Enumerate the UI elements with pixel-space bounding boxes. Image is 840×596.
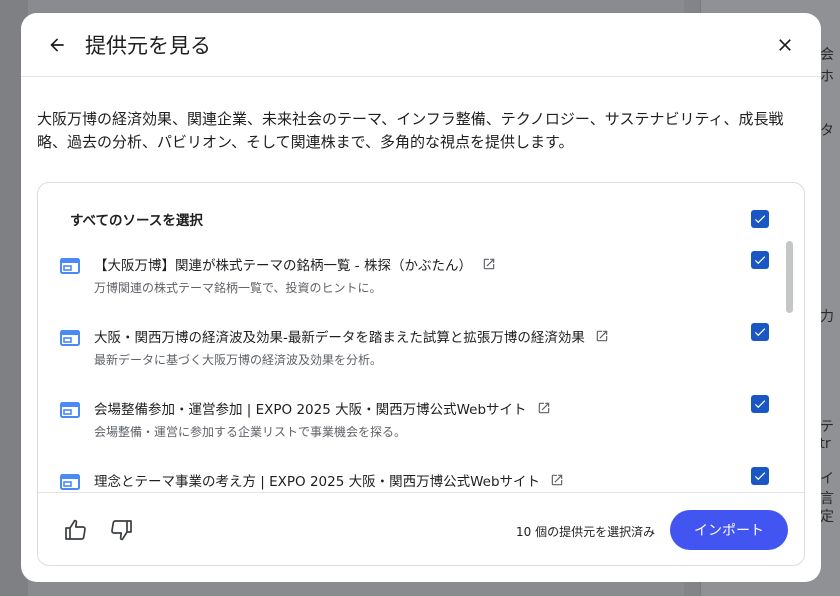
source-title-text: 大阪・関西万博の経済波及効果-最新データを踏まえた試算と拡張万博の経済効果 — [94, 330, 585, 346]
source-checkbox[interactable] — [751, 395, 769, 413]
select-all-row[interactable]: すべてのソースを選択 — [38, 183, 804, 243]
dialog-title: 提供元を見る — [85, 33, 211, 58]
back-button[interactable] — [45, 33, 69, 57]
view-sources-dialog: 提供元を見る 大阪万博の経済効果、関連企業、未来社会のテーマ、インフラ整備、テク… — [21, 13, 821, 582]
select-all-checkbox[interactable] — [751, 210, 769, 228]
check-icon — [754, 472, 766, 481]
close-button[interactable] — [769, 29, 801, 61]
dialog-header: 提供元を見る — [21, 13, 821, 77]
web-page-icon — [60, 402, 80, 418]
sources-panel: すべてのソースを選択 【大阪万博】関連が株式テーマの銘柄一覧 - 株探（かぶたん… — [37, 182, 805, 566]
source-checkbox[interactable] — [751, 467, 769, 485]
scrollbar[interactable] — [786, 241, 793, 313]
selected-count: 10 個の提供元を選択済み — [516, 525, 656, 539]
source-title-text: 理念とテーマ事業の考え方 | EXPO 2025 大阪・関西万博公式Webサイト — [94, 474, 541, 490]
sources-summary: 大阪万博の経済効果、関連企業、未来社会のテーマ、インフラ整備、テクノロジー、サス… — [37, 110, 784, 151]
arrow-back-icon — [50, 37, 64, 52]
web-page-icon — [60, 258, 80, 274]
open-in-new-icon[interactable] — [537, 401, 551, 415]
open-in-new-icon[interactable] — [595, 329, 609, 343]
source-list[interactable]: 【大阪万博】関連が株式テーマの銘柄一覧 - 株探（かぶたん） 万博関連の株式テー… — [38, 241, 804, 492]
source-title-text: 【大阪万博】関連が株式テーマの銘柄一覧 - 株探（かぶたん） — [94, 258, 472, 274]
web-page-icon — [60, 474, 80, 490]
source-title[interactable]: 理念とテーマ事業の考え方 | EXPO 2025 大阪・関西万博公式Webサイト — [94, 470, 564, 490]
open-in-new-icon[interactable] — [550, 473, 564, 487]
open-in-new-icon[interactable] — [482, 257, 496, 271]
source-title[interactable]: 【大阪万博】関連が株式テーマの銘柄一覧 - 株探（かぶたん） — [94, 254, 496, 274]
source-item[interactable]: 会場整備参加・運営参加 | EXPO 2025 大阪・関西万博公式Webサイト … — [38, 395, 804, 470]
check-icon — [754, 256, 766, 265]
source-description: 会場整備・運営に参加する企業リストで事業機会を探る。 — [94, 425, 407, 439]
select-all-label: すべてのソースを選択 — [70, 213, 203, 229]
check-icon — [754, 215, 766, 224]
source-item[interactable]: 理念とテーマ事業の考え方 | EXPO 2025 大阪・関西万博公式Webサイト — [38, 467, 804, 492]
source-checkbox[interactable] — [751, 323, 769, 341]
import-button[interactable]: インポート — [670, 510, 788, 550]
dialog-footer: 10 個の提供元を選択済み インポート — [38, 492, 804, 565]
source-checkbox[interactable] — [751, 251, 769, 269]
web-page-icon — [60, 330, 80, 346]
thumbs-up-button[interactable] — [62, 516, 90, 544]
check-icon — [754, 328, 766, 337]
close-icon — [779, 38, 791, 51]
source-title[interactable]: 大阪・関西万博の経済波及効果-最新データを踏まえた試算と拡張万博の経済効果 — [94, 326, 609, 346]
source-title[interactable]: 会場整備参加・運営参加 | EXPO 2025 大阪・関西万博公式Webサイト — [94, 398, 551, 418]
source-title-text: 会場整備参加・運営参加 | EXPO 2025 大阪・関西万博公式Webサイト — [94, 402, 527, 418]
source-description: 最新データに基づく大阪万博の経済波及効果を分析。 — [94, 353, 383, 367]
source-description: 万博関連の株式テーマ銘柄一覧で、投資のヒントに。 — [94, 281, 382, 295]
thumbs-down-icon — [111, 520, 132, 541]
thumbs-up-icon — [65, 519, 86, 540]
source-item[interactable]: 大阪・関西万博の経済波及効果-最新データを踏まえた試算と拡張万博の経済効果 最新… — [38, 323, 804, 398]
source-item[interactable]: 【大阪万博】関連が株式テーマの銘柄一覧 - 株探（かぶたん） 万博関連の株式テー… — [38, 251, 804, 326]
thumbs-down-button[interactable] — [107, 516, 135, 544]
check-icon — [754, 400, 766, 409]
